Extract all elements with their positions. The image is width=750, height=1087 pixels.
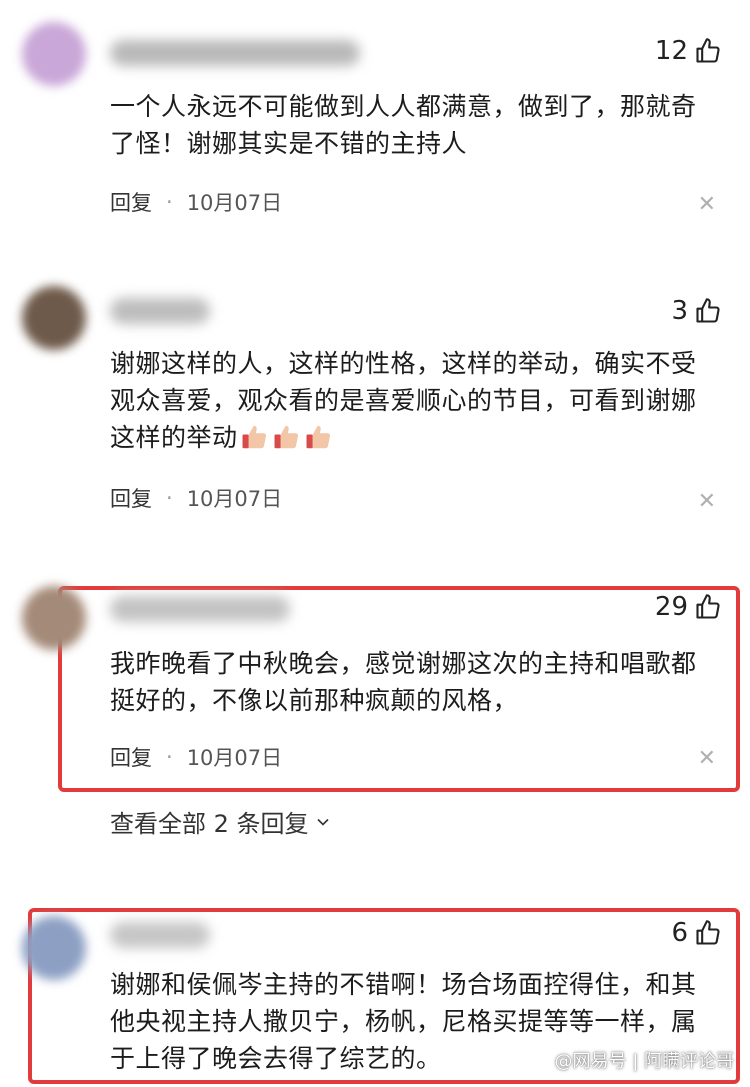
thumbs-up-emoji-icon xyxy=(274,425,298,449)
comment-date: 10月07日 xyxy=(186,487,283,511)
avatar[interactable] xyxy=(22,286,86,350)
avatar[interactable] xyxy=(22,586,86,650)
like-count: 29 xyxy=(654,592,688,622)
like-count: 12 xyxy=(654,36,688,66)
thumbs-up-emoji-icon xyxy=(242,425,266,449)
avatar[interactable] xyxy=(22,916,86,980)
thumbs-up-emoji-icon xyxy=(306,425,330,449)
comment-meta: 回复 · 10月07日 xyxy=(110,483,282,513)
thumbs-up-outline-icon xyxy=(696,920,720,945)
thumbs-up-outline-icon xyxy=(696,298,720,323)
comment-text-body: 谢娜这样的人，这样的性格，这样的举动，确实不受观众喜爱，观众看的是喜爱顺心的节目… xyxy=(110,349,697,452)
chevron-down-icon xyxy=(316,818,329,826)
reply-button[interactable]: 回复 xyxy=(110,742,152,772)
username-blurred[interactable] xyxy=(110,40,360,66)
separator-dot: · xyxy=(166,190,173,214)
comment-date: 10月07日 xyxy=(186,191,283,215)
close-icon[interactable]: ✕ xyxy=(698,192,716,217)
separator-dot: · xyxy=(166,486,173,510)
like-count: 6 xyxy=(671,918,688,948)
comment-text: 一个人永远不可能做到人人都满意，做到了，那就奇了怪！谢娜其实是不错的主持人 xyxy=(110,92,697,158)
username-blurred[interactable] xyxy=(110,298,210,324)
watermark: @网易号 | 阿瞒评论哥 xyxy=(554,1051,734,1072)
comment-text: 我昨晚看了中秋晚会，感觉谢娜这次的主持和唱歌都挺好的，不像以前那种疯颠的风格， xyxy=(110,649,697,715)
like-button[interactable]: 6 xyxy=(671,918,722,948)
comment-meta: 回复 · 10月07日 xyxy=(110,187,282,217)
view-all-replies-link[interactable]: 查看全部 2 条回复 xyxy=(110,804,333,839)
close-icon[interactable]: ✕ xyxy=(698,489,716,514)
username-blurred[interactable] xyxy=(110,922,210,948)
comment-text: 谢娜这样的人，这样的性格，这样的举动，确实不受观众喜爱，观众看的是喜爱顺心的节目… xyxy=(110,345,710,456)
comment-meta: 回复 · 10月07日 xyxy=(110,742,282,772)
separator-dot: · xyxy=(166,745,173,769)
like-button[interactable]: 12 xyxy=(655,36,722,66)
view-replies-label: 查看全部 2 条回复 xyxy=(110,810,309,838)
username-blurred[interactable] xyxy=(110,596,290,622)
reply-button[interactable]: 回复 xyxy=(110,187,152,217)
reply-button[interactable]: 回复 xyxy=(110,483,152,513)
like-button[interactable]: 3 xyxy=(671,296,722,326)
like-count: 3 xyxy=(671,296,688,326)
like-button[interactable]: 29 xyxy=(655,592,722,622)
thumbs-up-outline-icon xyxy=(696,38,720,63)
avatar[interactable] xyxy=(22,22,86,86)
thumbs-up-outline-icon xyxy=(696,594,720,619)
comment-date: 10月07日 xyxy=(186,746,283,770)
close-icon[interactable]: ✕ xyxy=(698,746,716,771)
